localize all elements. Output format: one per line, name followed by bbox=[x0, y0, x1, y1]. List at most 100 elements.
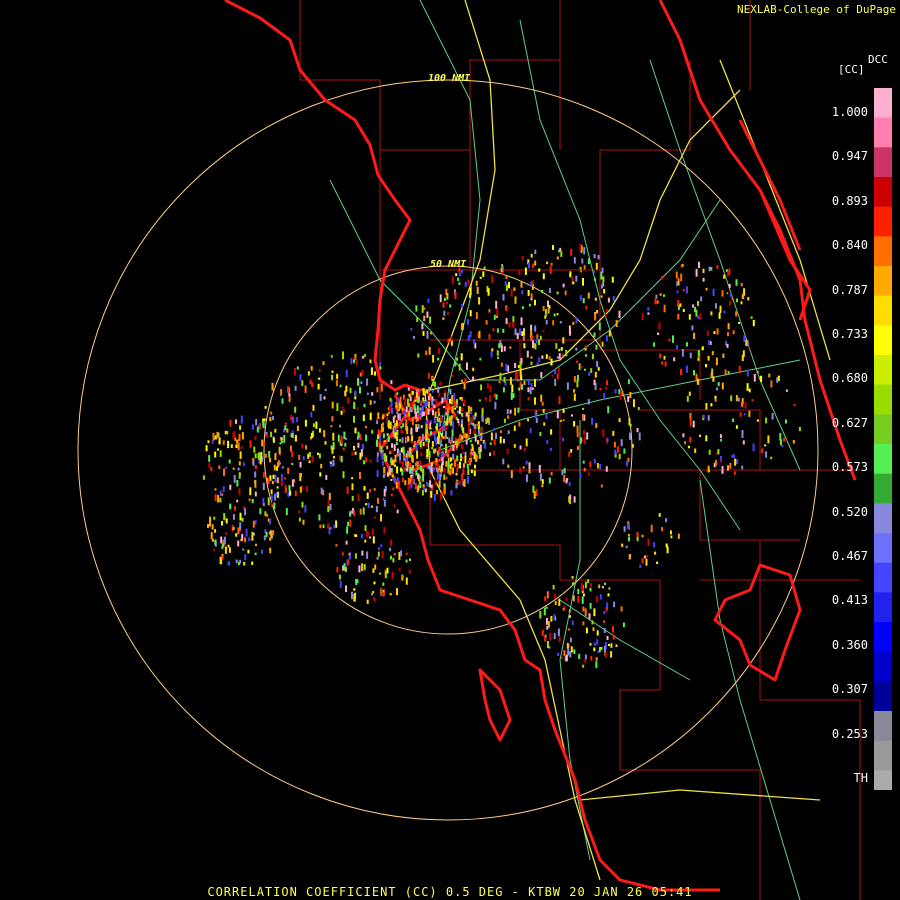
radar-echo bbox=[406, 426, 409, 435]
color-scale-swatch bbox=[874, 681, 892, 712]
radar-echo bbox=[546, 626, 549, 630]
radar-echo bbox=[456, 463, 459, 467]
radar-echo bbox=[544, 308, 547, 317]
radar-echo bbox=[579, 266, 582, 270]
radar-echo bbox=[735, 459, 738, 465]
radar-echo bbox=[579, 243, 582, 252]
radar-echo bbox=[532, 485, 535, 493]
radar-echo bbox=[622, 622, 625, 628]
radar-echo bbox=[381, 451, 384, 460]
radar-echo bbox=[359, 471, 361, 479]
radar-echo bbox=[235, 419, 237, 424]
radar-echo bbox=[752, 320, 755, 327]
radar-echo bbox=[460, 379, 463, 382]
radar-echo bbox=[389, 555, 392, 560]
radar-echo bbox=[534, 326, 537, 332]
radar-echo bbox=[351, 451, 354, 456]
radar-echo bbox=[422, 405, 424, 412]
radar-echo bbox=[335, 379, 338, 387]
product-footer: CORRELATION COEFFICIENT (CC) 0.5 DEG - K… bbox=[207, 885, 693, 899]
radar-echo bbox=[382, 582, 385, 586]
radar-echo bbox=[546, 440, 549, 444]
radar-echo bbox=[291, 451, 294, 458]
radar-echo bbox=[318, 514, 321, 521]
radar-echo bbox=[460, 424, 463, 428]
radar-echo bbox=[742, 293, 745, 300]
radar-echo bbox=[459, 458, 462, 462]
radar-echo bbox=[369, 536, 371, 539]
radar-echo bbox=[554, 378, 557, 386]
radar-echo bbox=[553, 633, 556, 640]
radar-echo bbox=[294, 490, 297, 497]
radar-echo bbox=[793, 403, 796, 407]
radar-echo bbox=[670, 530, 672, 535]
radar-echo bbox=[221, 543, 224, 548]
radar-echo bbox=[675, 271, 678, 279]
radar-echo bbox=[631, 444, 634, 448]
radar-echo bbox=[479, 435, 482, 439]
radar-echo bbox=[228, 459, 231, 464]
radar-echo bbox=[214, 539, 217, 545]
radar-echo bbox=[612, 295, 615, 302]
radar-echo bbox=[380, 445, 383, 453]
radar-echo bbox=[451, 395, 454, 402]
radar-echo bbox=[760, 375, 763, 382]
radar-echo bbox=[514, 328, 517, 336]
radar-echo bbox=[571, 620, 574, 626]
radar-echo bbox=[602, 586, 604, 589]
radar-echo bbox=[474, 464, 476, 469]
radar-echo bbox=[212, 548, 215, 552]
radar-echo bbox=[400, 447, 403, 453]
radar-echo bbox=[458, 406, 461, 415]
radar-echo bbox=[610, 651, 613, 658]
radar-echo bbox=[353, 588, 356, 591]
radar-echo bbox=[476, 286, 479, 294]
radar-echo bbox=[241, 517, 244, 522]
radar-echo bbox=[446, 301, 448, 305]
radar-echo bbox=[542, 330, 545, 332]
radar-echo bbox=[218, 437, 221, 445]
radar-echo bbox=[254, 552, 257, 556]
radar-echo bbox=[561, 656, 563, 660]
radar-echo bbox=[545, 354, 548, 359]
radar-echo bbox=[275, 492, 278, 496]
radar-echo bbox=[370, 367, 373, 375]
radar-echo bbox=[550, 429, 553, 435]
color-scale-swatch bbox=[874, 473, 892, 504]
radar-echo bbox=[567, 648, 570, 656]
radar-echo bbox=[641, 558, 644, 564]
radar-echo bbox=[723, 310, 726, 314]
radar-echo bbox=[271, 480, 274, 485]
radar-echo bbox=[593, 254, 596, 259]
radar-echo bbox=[238, 472, 241, 479]
radar-echo bbox=[331, 416, 334, 422]
radar-echo bbox=[673, 357, 676, 362]
radar-echo bbox=[550, 616, 553, 622]
radar-echo bbox=[475, 280, 478, 286]
radar-echo bbox=[202, 475, 205, 480]
radar-echo bbox=[477, 428, 480, 435]
radar-echo bbox=[409, 467, 412, 474]
radar-echo bbox=[419, 482, 422, 489]
radar-echo bbox=[562, 419, 565, 422]
radar-echo bbox=[608, 330, 611, 337]
radar-echo bbox=[710, 372, 713, 377]
radar-echo bbox=[499, 372, 502, 380]
radar-echo bbox=[298, 517, 301, 522]
color-scale-tick-label: 0.307 bbox=[831, 682, 868, 697]
radar-echo bbox=[347, 521, 350, 527]
radar-echo bbox=[376, 387, 379, 393]
radar-echo bbox=[575, 347, 578, 351]
radar-echo bbox=[289, 490, 292, 496]
radar-echo bbox=[509, 409, 512, 414]
radar-echo bbox=[444, 425, 447, 431]
radar-echo bbox=[605, 335, 608, 342]
color-scale-swatch bbox=[874, 384, 892, 415]
radar-echo bbox=[558, 348, 561, 352]
radar-echo bbox=[405, 577, 408, 585]
radar-echo bbox=[535, 337, 538, 343]
radar-echo bbox=[680, 368, 682, 376]
radar-echo bbox=[330, 425, 333, 428]
radar-echo bbox=[380, 514, 382, 522]
radar-echo bbox=[639, 564, 642, 569]
